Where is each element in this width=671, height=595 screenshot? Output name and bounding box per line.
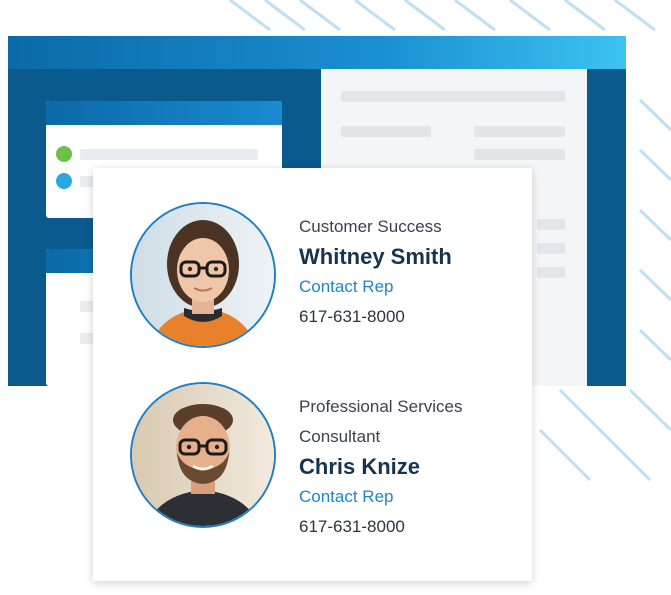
placeholder-line: [341, 91, 565, 102]
contact-rep-link[interactable]: Contact Rep: [299, 272, 519, 302]
placeholder-line: [537, 219, 565, 230]
woman-avatar-icon: [130, 202, 276, 348]
contact-card: Customer Success Whitney Smith Contact R…: [93, 168, 532, 581]
contact-name: Whitney Smith: [299, 244, 452, 269]
placeholder-line: [80, 149, 258, 160]
placeholder-line: [474, 149, 565, 160]
stage: Customer Success Whitney Smith Contact R…: [0, 0, 671, 595]
placeholder-line: [474, 126, 565, 137]
contact-info: Professional Services Consultant Chris K…: [299, 392, 519, 542]
app-titlebar: [8, 36, 626, 69]
blue-status-icon: [56, 173, 72, 189]
green-status-icon: [56, 146, 72, 162]
contact-phone: 617-631-8000: [299, 307, 405, 326]
contact-name: Chris Knize: [299, 454, 421, 479]
app-card-header: [46, 101, 282, 125]
contact-rep-link[interactable]: Contact Rep: [299, 482, 519, 512]
contact-phone: 617-631-8000: [299, 517, 405, 536]
placeholder-line: [537, 267, 565, 278]
contact-role: Professional Services Consultant: [299, 397, 463, 446]
contact-role: Customer Success: [299, 217, 442, 236]
placeholder-line: [537, 243, 565, 254]
placeholder-line: [341, 126, 431, 137]
contact-info: Customer Success Whitney Smith Contact R…: [299, 212, 519, 332]
man-avatar-icon: [130, 382, 276, 528]
